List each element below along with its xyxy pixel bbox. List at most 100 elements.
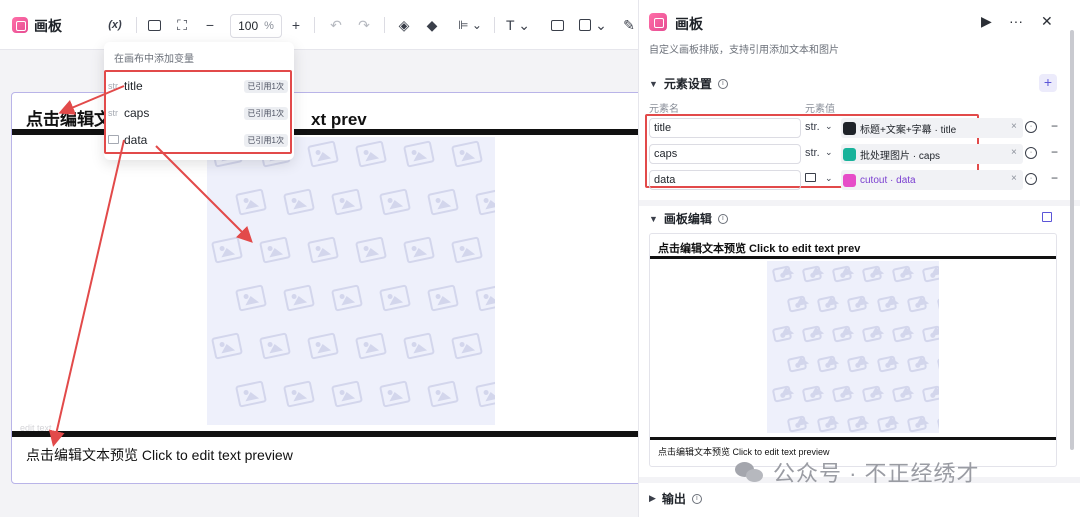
variable-type-label: str [108,108,118,118]
image-placeholder-pattern [207,137,495,425]
variable-item-caps[interactable]: str caps 已引用1次 [108,100,290,126]
chevron-down-icon[interactable]: ⌄ [825,173,833,184]
image-placeholder-icon [831,265,853,283]
image-placeholder-icon [771,265,793,283]
run-icon[interactable]: ▶ [981,13,992,30]
element-name-input[interactable]: caps [649,144,801,164]
image-placeholder-icon [235,284,267,312]
image-placeholder-icon [921,385,939,403]
output-header[interactable]: ▶ 输出 i [649,490,702,507]
image-placeholder-icon [403,140,435,168]
image-placeholder-icon [475,380,495,408]
info-icon: i [691,493,702,504]
zoom-in-icon[interactable]: + [288,14,304,36]
source-node-icon [843,121,856,135]
layer-up-icon[interactable]: ◈ [396,14,412,36]
image-placeholder-icon [816,295,838,313]
image-placeholder-icon [801,325,823,343]
source-node-icon [843,147,856,161]
image-placeholder-icon [936,295,939,313]
image-placeholder-icon [831,325,853,343]
variable-item-title[interactable]: str title 已引用1次 [108,73,290,99]
image-placeholder-icon [283,380,315,408]
expand-icon[interactable] [1042,212,1052,222]
element-value-reference[interactable]: 标题+文案+字幕 · title [841,118,1023,138]
remove-element-icon[interactable]: − [1051,145,1058,159]
element-row: caps str. ⌄ 批处理图片 · caps × · − [649,144,1069,164]
more-options-icon[interactable]: · [1025,121,1037,133]
pen-tool-icon[interactable]: ✎ [622,14,636,36]
image-placeholder-icon [475,188,495,216]
canvas-caption-text[interactable]: 点击编辑文本预览 Click to edit text preview [26,445,293,465]
fit-screen-icon[interactable]: ⛶ [174,14,190,36]
canvas-title-head: 点击编辑文 [26,110,111,129]
variable-button[interactable]: (x) [104,14,126,36]
image-placeholder-icon [355,332,387,360]
image-placeholder-icon [906,355,928,373]
element-name-input[interactable]: title [649,118,801,138]
undo-icon[interactable]: ↶ [328,14,344,36]
add-element-button[interactable]: + [1039,74,1057,92]
more-options-icon[interactable]: · [1025,173,1037,185]
more-icon[interactable]: ··· [1009,13,1023,29]
image-placeholder-icon [331,380,363,408]
image-placeholder-icon [771,325,793,343]
element-type-select[interactable]: str. [805,147,820,159]
toolbar-divider [384,17,385,33]
image-placeholder-icon [307,140,339,168]
variable-type-label: str [108,81,118,91]
frame-settings-icon[interactable] [146,14,162,36]
column-label-name: 元素名 [649,104,679,115]
variable-ref-badge: 已引用1次 [243,133,288,147]
image-placeholder-icon [355,140,387,168]
clear-icon[interactable]: × [1011,173,1017,184]
more-options-icon[interactable]: · [1025,147,1037,159]
clear-icon[interactable]: × [1011,147,1017,158]
image-placeholder-icon [891,385,913,403]
clear-icon[interactable]: × [1011,121,1017,132]
image-placeholder-icon [451,236,483,264]
image-placeholder-icon [283,188,315,216]
image-placeholder-icon [786,415,808,433]
remove-element-icon[interactable]: − [1051,119,1058,133]
chevron-down-icon[interactable]: ⌄ [825,121,833,132]
image-tool-icon[interactable] [548,14,566,36]
element-type-select[interactable]: str. [805,121,820,133]
zoom-out-icon[interactable]: − [202,14,218,36]
variable-item-data[interactable]: data 已引用1次 [108,127,290,153]
close-icon[interactable]: ✕ [1041,13,1053,30]
info-icon: i [717,213,728,224]
image-placeholder-icon [906,415,928,433]
element-name-input[interactable]: data [649,170,801,190]
remove-element-icon[interactable]: − [1051,171,1058,185]
chevron-down-icon[interactable]: ⌄ [825,147,833,158]
element-row: title str. ⌄ 标题+文案+字幕 · title × · − [649,118,1069,138]
image-placeholder-icon [451,332,483,360]
image-placeholder-icon [307,332,339,360]
redo-icon[interactable]: ↷ [356,14,372,36]
canvas-image-placeholder[interactable] [207,137,495,425]
preview-bottom-divider [650,437,1056,440]
wechat-icon [735,460,765,484]
preview-top-divider [650,256,1056,259]
text-tool-icon[interactable]: T ⌄ [504,14,532,36]
zoom-input[interactable]: 100 % [230,14,282,38]
variable-name: data [124,133,148,147]
layers-icon[interactable]: ◆ [424,14,440,36]
shape-tool-icon[interactable]: ⌄ [578,14,608,36]
element-value-reference[interactable]: 批处理图片 · caps [841,144,1023,164]
image-placeholder-pattern [767,261,939,433]
image-placeholder-icon [846,355,868,373]
variable-dropdown: 在画布中添加变量 str title 已引用1次 str caps 已引用1次 … [104,42,294,160]
canvas-preview[interactable]: 点击编辑文本预览 Click to edit text prev 点击编辑文本预… [649,233,1057,467]
element-value-reference[interactable]: cutout · data [841,170,1023,190]
panel-scrollbar[interactable] [1070,30,1074,450]
image-placeholder-icon [355,236,387,264]
toolbar-divider [136,17,137,33]
image-type-select-icon[interactable] [805,173,816,185]
align-icon[interactable]: ⊫ ⌄ [456,14,484,36]
canvas-edit-header[interactable]: ▼ 画板编辑 i [649,210,728,227]
app-title: 画板 [34,18,62,34]
variable-ref-badge: 已引用1次 [243,79,288,93]
element-settings-header[interactable]: ▼ 元素设置 i [649,75,728,92]
